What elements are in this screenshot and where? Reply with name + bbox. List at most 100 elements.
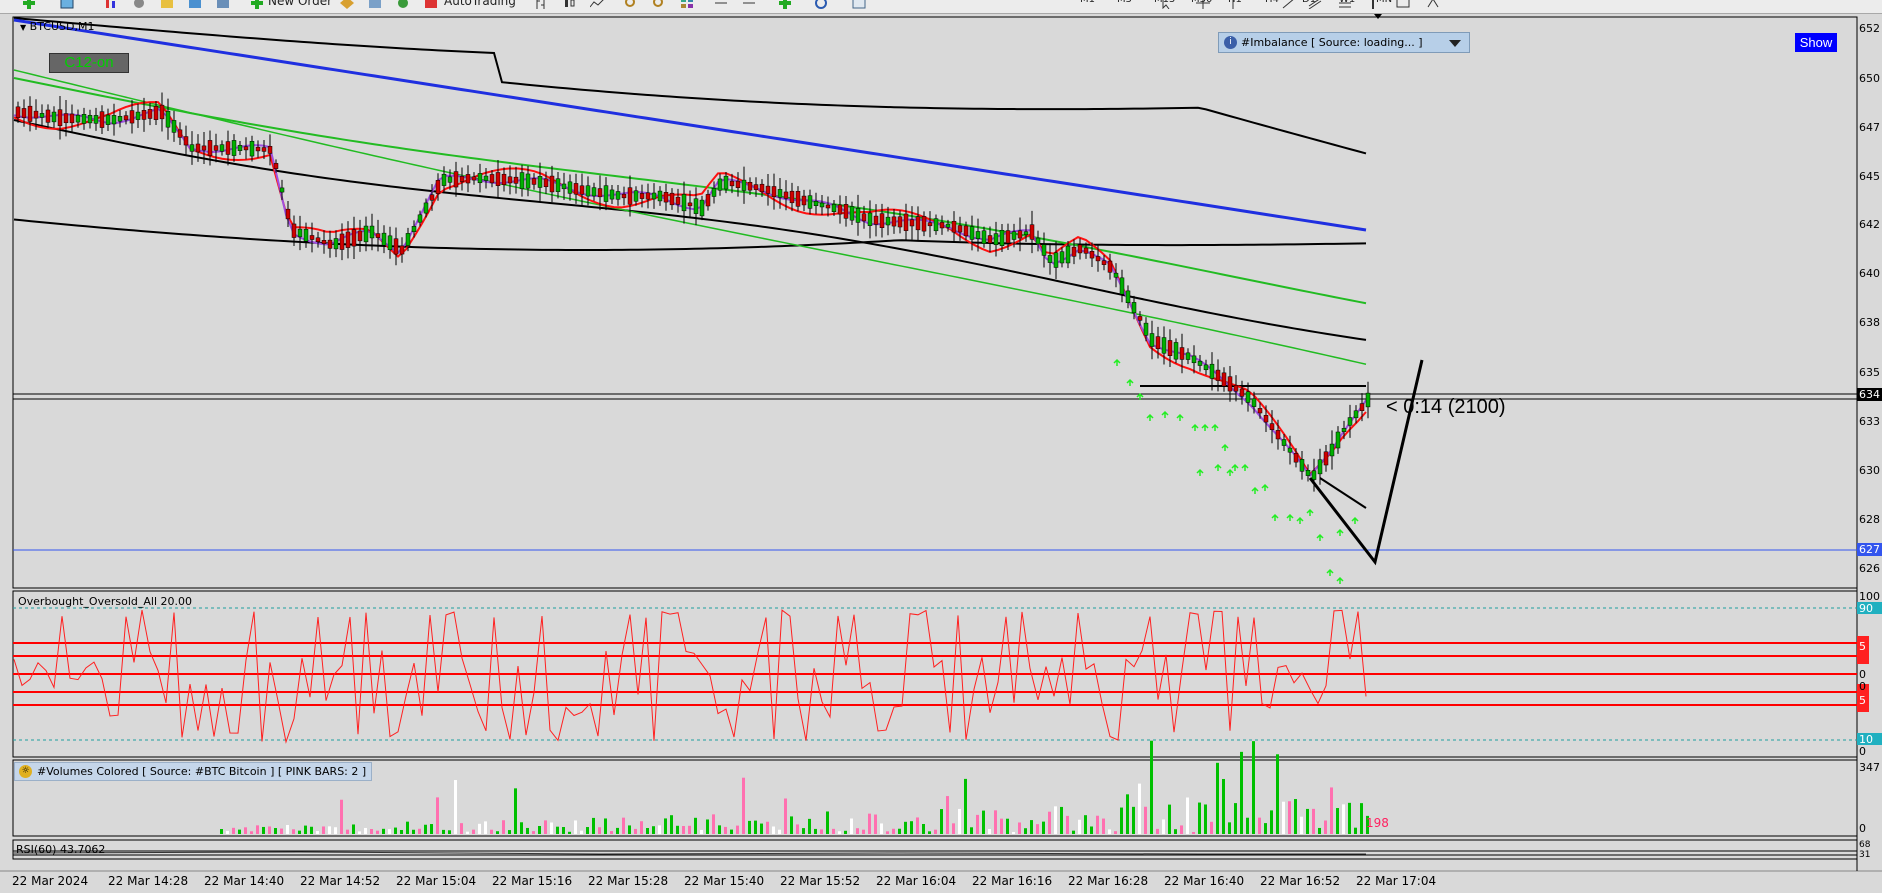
volume-bar-white [988, 829, 991, 834]
volume-bar-white [286, 825, 289, 834]
bear-candle [195, 143, 201, 153]
volume-bar-pink [244, 827, 247, 834]
volume-bar-green [1246, 817, 1249, 834]
bull-candle [135, 111, 141, 120]
dropdown-arrow-icon[interactable] [1449, 40, 1461, 47]
volume-bar-green [1348, 802, 1351, 834]
bull-candle [651, 192, 657, 200]
bull-candle [1281, 439, 1287, 446]
bull-candle [1023, 231, 1029, 235]
volume-bar-pink [766, 821, 769, 834]
bull-candle [1035, 237, 1041, 245]
bull-candle [171, 120, 177, 133]
bull-candle [387, 235, 393, 251]
volumes-title[interactable]: ☼ #Volumes Colored [ Source: #BTC Bitcoi… [14, 762, 373, 781]
bear-candle [267, 146, 273, 154]
volume-bar-green [586, 827, 589, 834]
bull-candle [189, 144, 195, 152]
bull-candle [423, 202, 429, 214]
volume-bar-pink [886, 831, 889, 834]
show-button[interactable]: Show [1795, 33, 1837, 52]
bear-candle [21, 108, 27, 118]
bear-candle [1089, 250, 1095, 259]
volume-bar-green [1336, 808, 1339, 834]
volume-bar-pink [784, 798, 787, 834]
bull-candle [1197, 360, 1203, 366]
bear-candle [771, 186, 777, 197]
price-label: 650 [1859, 72, 1880, 85]
volume-bar-white [466, 831, 469, 834]
bear-candle [843, 204, 849, 219]
imbalance-dropdown[interactable]: i #Imbalance [ Source: loading... ] [1218, 32, 1470, 53]
bear-candle [1167, 340, 1173, 356]
time-label: 22 Mar 16:04 [876, 874, 957, 888]
bull-candle [1287, 447, 1293, 453]
price-label: 645 [1859, 170, 1880, 183]
volume-bar-green [760, 823, 763, 834]
volume-bar-green [304, 825, 307, 834]
volume-bar-green [826, 811, 829, 834]
volume-bar-white [1186, 797, 1189, 834]
volume-bar-green [982, 810, 985, 834]
bear-candle [453, 171, 459, 188]
bull-candle [219, 144, 225, 152]
bear-candle [255, 146, 261, 152]
volume-bar-green [1090, 826, 1093, 834]
bull-candle [537, 175, 543, 188]
bear-candle [291, 223, 297, 238]
bear-candle [765, 185, 771, 194]
bull-candle [1143, 322, 1149, 336]
bull-candle [75, 114, 81, 123]
bull-candle [813, 201, 819, 206]
volume-bar-white [478, 823, 481, 834]
volume-bar-green [1216, 762, 1219, 834]
bull-candle [1053, 252, 1059, 268]
bear-candle [261, 147, 267, 152]
bull-candle [945, 223, 951, 228]
bear-candle [1257, 408, 1263, 414]
chart-canvas[interactable] [0, 0, 1882, 893]
bear-candle [747, 181, 753, 191]
price-label: 635 [1859, 366, 1880, 379]
osc-axis-label: 5 [1859, 640, 1866, 653]
bear-candle [285, 208, 291, 220]
osc-axis-label: 90 [1859, 602, 1873, 615]
bear-candle [1179, 347, 1185, 360]
volume-bar-green [1294, 799, 1297, 834]
volume-bar-pink [868, 813, 871, 834]
volume-bar-green [1240, 751, 1243, 834]
c12-badge[interactable]: C12-on [49, 53, 129, 73]
bear-candle [1227, 376, 1233, 392]
bear-candle [927, 222, 933, 227]
time-label: 22 Mar 16:16 [972, 874, 1053, 888]
bear-candle [1107, 260, 1113, 273]
volume-bar-white [658, 825, 661, 834]
bear-candle [429, 194, 435, 201]
bull-candle [1011, 231, 1017, 240]
bull-candle [1311, 470, 1317, 480]
bear-candle [621, 193, 627, 199]
bull-candle [693, 198, 699, 214]
bear-candle [759, 183, 765, 193]
bear-candle [147, 109, 153, 119]
volume-bar-green [508, 830, 511, 834]
bear-candle [177, 129, 183, 138]
bear-candle [825, 204, 831, 209]
time-label: 22 Mar 16:40 [1164, 874, 1245, 888]
bear-candle [375, 233, 381, 238]
volume-bar-pink [1192, 831, 1195, 834]
rsi-axis-label: 68 [1859, 840, 1871, 850]
volume-bar-pink [682, 826, 685, 834]
volume-bar-pink [376, 830, 379, 834]
volume-bar-green [382, 828, 385, 834]
volume-bar-pink [1258, 817, 1261, 834]
bull-candle [1119, 277, 1125, 295]
volumes-indicator-icon: ☼ [19, 765, 32, 778]
collapse-triangle-icon[interactable]: ▼ [20, 23, 26, 32]
volume-bar-pink [1330, 787, 1333, 834]
bear-candle [159, 104, 165, 120]
bear-candle [627, 187, 633, 205]
bull-candle [405, 233, 411, 246]
bear-candle [495, 172, 501, 186]
bear-candle [879, 213, 885, 228]
